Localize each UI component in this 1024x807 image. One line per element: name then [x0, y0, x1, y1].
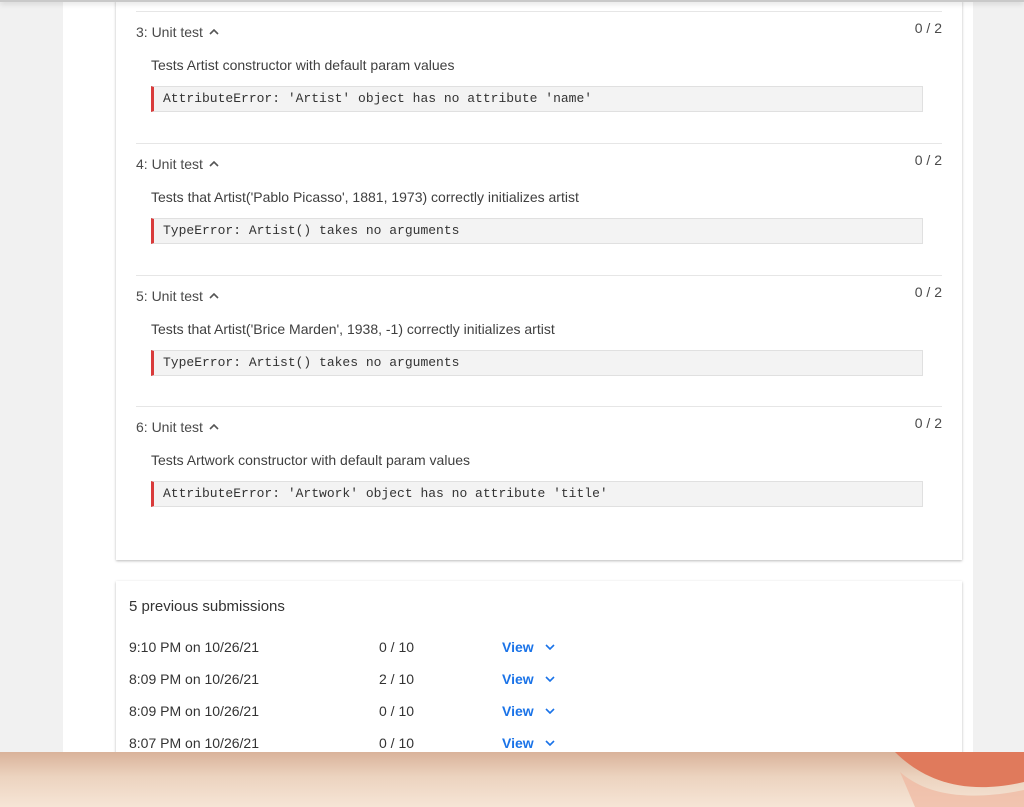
chevron-up-icon [209, 293, 219, 299]
test-results-card [116, 0, 962, 560]
submission-score: 0 / 10 [379, 703, 415, 719]
view-label: View [502, 703, 534, 719]
test-score: 0 / 2 [914, 284, 942, 300]
test-header-toggle[interactable]: 6: Unit test [136, 416, 219, 438]
submission-score: 0 / 10 [379, 735, 415, 751]
submission-row: 8:09 PM on 10/26/21 2 / 10 View [116, 668, 962, 692]
chevron-down-icon [545, 676, 555, 682]
divider [136, 143, 942, 144]
submissions-title: 5 previous submissions [129, 598, 285, 615]
test-header-toggle[interactable]: 4: Unit test [136, 153, 219, 175]
error-message: AttributeError: 'Artist' object has no a… [151, 86, 923, 112]
test-description: Tests that Artist('Brice Marden', 1938, … [151, 321, 555, 337]
view-submission-button[interactable]: View [502, 671, 555, 687]
submission-row: 8:09 PM on 10/26/21 0 / 10 View [116, 700, 962, 724]
submission-time: 8:07 PM on 10/26/21 [129, 735, 259, 751]
divider [136, 406, 942, 407]
chevron-down-icon [545, 740, 555, 746]
chevron-down-icon [545, 644, 555, 650]
test-title: 3: Unit test [136, 24, 203, 40]
test-score: 0 / 2 [914, 20, 942, 36]
test-header-toggle[interactable]: 3: Unit test [136, 21, 219, 43]
submission-time: 8:09 PM on 10/26/21 [129, 671, 259, 687]
submission-row: 9:10 PM on 10/26/21 0 / 10 View [116, 636, 962, 660]
test-score: 0 / 2 [914, 152, 942, 168]
chevron-down-icon [545, 708, 555, 714]
desktop-wallpaper [0, 752, 1024, 807]
test-score: 0 / 2 [914, 415, 942, 431]
error-message: TypeError: Artist() takes no arguments [151, 218, 923, 244]
error-message: AttributeError: 'Artwork' object has no … [151, 481, 923, 507]
view-label: View [502, 639, 534, 655]
view-label: View [502, 735, 534, 751]
submission-time: 9:10 PM on 10/26/21 [129, 639, 259, 655]
view-submission-button[interactable]: View [502, 639, 555, 655]
error-message: TypeError: Artist() takes no arguments [151, 350, 923, 376]
submission-score: 0 / 10 [379, 639, 415, 655]
window-top-edge [0, 0, 1024, 2]
chevron-up-icon [209, 161, 219, 167]
view-submission-button[interactable]: View [502, 703, 555, 719]
divider [136, 11, 942, 12]
test-title: 4: Unit test [136, 156, 203, 172]
submission-time: 8:09 PM on 10/26/21 [129, 703, 259, 719]
view-submission-button[interactable]: View [502, 735, 555, 751]
test-description: Tests Artist constructor with default pa… [151, 57, 455, 73]
view-label: View [502, 671, 534, 687]
chevron-up-icon [209, 424, 219, 430]
test-header-toggle[interactable]: 5: Unit test [136, 285, 219, 307]
chevron-up-icon [209, 29, 219, 35]
test-title: 5: Unit test [136, 288, 203, 304]
submission-score: 2 / 10 [379, 671, 415, 687]
previous-submissions-card: 5 previous submissions 9:10 PM on 10/26/… [116, 581, 962, 781]
test-description: Tests Artwork constructor with default p… [151, 452, 471, 468]
test-description: Tests that Artist('Pablo Picasso', 1881,… [151, 189, 579, 205]
wallpaper-shape [895, 752, 1024, 807]
test-title: 6: Unit test [136, 419, 203, 435]
divider [136, 275, 942, 276]
